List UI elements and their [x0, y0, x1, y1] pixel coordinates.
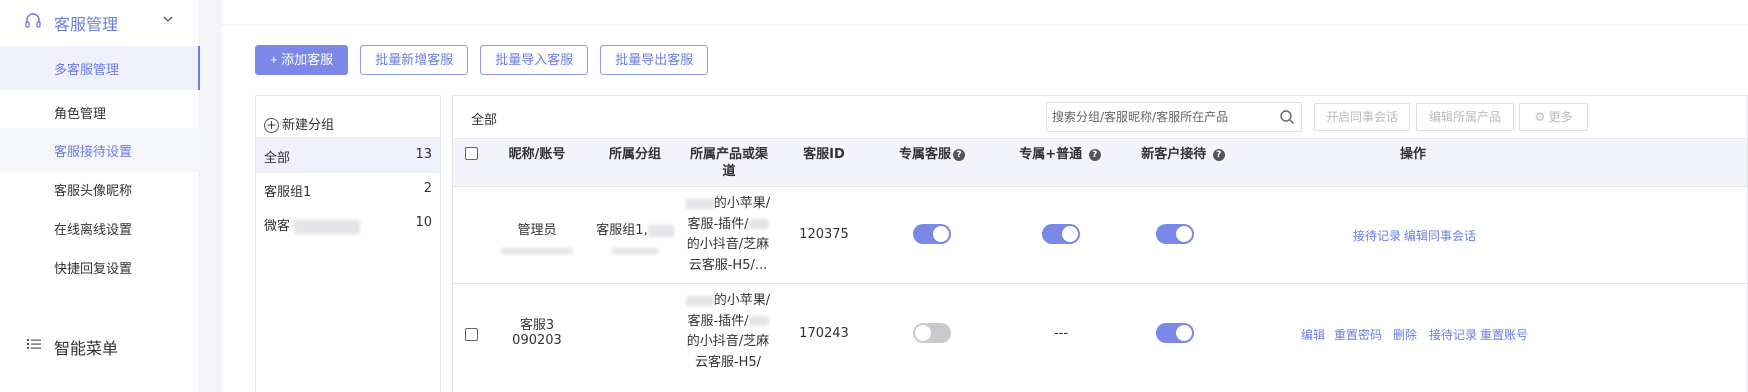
col-group: 所属分组	[608, 147, 661, 162]
sidebar-item-label: 多客服管理	[54, 63, 120, 78]
group-count: 2	[423, 181, 432, 196]
service-table-panel: 全部 开启同事会话 编辑所属产品 ⚙ 更多 昵称/账号 所属分组 所属产品或渠 …	[452, 95, 1748, 392]
more-label: 更多	[1548, 110, 1573, 124]
col-new-customer: 新客户接待 ?	[1123, 146, 1243, 163]
sidebar-item-label: 角色管理	[54, 107, 107, 122]
sidebar-item-reception-settings[interactable]: 客服接待设置	[0, 128, 200, 172]
group-panel: + 新建分组 全部 13 客服组1 2 微客 10	[255, 95, 441, 392]
group-count: 13	[415, 147, 432, 162]
help-icon[interactable]: ?	[1088, 149, 1101, 161]
col-product: 所属产品或渠 道	[689, 147, 768, 179]
batch-export-button[interactable]: 批量导出客服	[600, 45, 709, 75]
current-group-title: 全部	[471, 113, 498, 128]
sidebar-group-smart-menu[interactable]: 智能菜单	[0, 326, 200, 368]
redacted-blur	[647, 224, 674, 237]
sidebar-item-label: 快捷回复设置	[54, 262, 133, 277]
redacted-blur	[612, 247, 658, 254]
gear-icon: ⚙	[1534, 110, 1546, 124]
table-row: 管理员 客服组1, 的小苹果/ 客服-插件/ 的小抖音/芝麻 云客服-H5/..…	[453, 186, 1747, 283]
help-icon[interactable]: ?	[953, 149, 965, 161]
sidebar-item-online-offline[interactable]: 在线离线设置	[0, 206, 200, 250]
redacted-blur	[748, 219, 769, 229]
sidebar-group2-label: 智能菜单	[54, 339, 119, 358]
sidebar-item-label: 在线离线设置	[54, 223, 133, 238]
new-customer-toggle[interactable]	[1156, 224, 1194, 244]
redacted-blur	[501, 247, 573, 254]
search-input[interactable]	[1052, 107, 1272, 127]
batch-import-button[interactable]: 批量导入客服	[480, 45, 589, 75]
sidebar-item-quick-reply[interactable]: 快捷回复设置	[0, 245, 200, 289]
group-item-group1[interactable]: 客服组1 2	[256, 171, 440, 207]
sidebar-item-label: 客服头像昵称	[54, 184, 133, 199]
group-name: 客服组1	[264, 185, 312, 200]
col-nickname: 昵称/账号	[508, 147, 566, 162]
enable-colleague-chat-button[interactable]: 开启同事会话	[1314, 103, 1410, 131]
menu-list-icon	[26, 336, 42, 356]
reception-record-link[interactable]: 接待记录	[1353, 227, 1401, 244]
help-icon[interactable]: ?	[1212, 149, 1225, 161]
sidebar: 客服管理 多客服管理 角色管理 客服接待设置 客服头像昵称 在线离线设置 快捷回…	[0, 0, 200, 392]
exclusive-toggle[interactable]	[913, 224, 951, 244]
cell-product: 的小苹果/ 客服-插件/ 的小抖音/芝麻 云客服-H5/	[685, 293, 771, 370]
edit-colleague-chat-link[interactable]: 编辑同事会话	[1404, 227, 1476, 244]
table-header-bar: 全部 开启同事会话 编辑所属产品 ⚙ 更多	[453, 96, 1747, 138]
sidebar-item-avatar-nickname[interactable]: 客服头像昵称	[0, 167, 200, 211]
redacted-blur	[748, 316, 769, 326]
new-group-button[interactable]: + 新建分组	[264, 114, 334, 133]
exclusive-toggle[interactable]	[913, 323, 951, 343]
group-name: 微客	[264, 215, 361, 234]
cell-service-id: 120375	[799, 227, 849, 242]
sidebar-item-multi-service[interactable]: 多客服管理	[0, 46, 200, 90]
reset-password-link[interactable]: 重置密码	[1334, 326, 1382, 343]
group-item-all[interactable]: 全部 13	[256, 137, 440, 173]
edit-products-button[interactable]: 编辑所属产品	[1416, 103, 1514, 131]
delete-link[interactable]: 删除	[1393, 326, 1417, 343]
table-row: 客服3 090203 的小苹果/ 客服-插件/ 的小抖音/芝麻 云客服-H5/ …	[453, 283, 1747, 392]
headset-icon	[24, 12, 42, 30]
add-service-button[interactable]: + 添加客服	[255, 45, 349, 75]
new-customer-toggle[interactable]	[1156, 323, 1194, 343]
table-head: 昵称/账号 所属分组 所属产品或渠 道 客服ID 专属客服? 专属+普通 ? 新…	[453, 138, 1747, 186]
cell-exclusive-normal: ---	[1053, 326, 1069, 341]
group-name: 全部	[264, 151, 291, 166]
reset-account-link[interactable]: 重置账号	[1480, 326, 1528, 343]
batch-add-button[interactable]: 批量新增客服	[360, 45, 469, 75]
redacted-blur	[294, 219, 361, 234]
select-all-checkbox[interactable]	[465, 147, 478, 160]
group-count: 10	[415, 215, 432, 230]
sidebar-group-customer-service[interactable]: 客服管理	[0, 0, 200, 42]
edit-link[interactable]: 编辑	[1301, 326, 1325, 343]
redacted-blur	[685, 198, 714, 209]
sidebar-item-label: 客服接待设置	[54, 145, 133, 160]
row-checkbox[interactable]	[465, 328, 478, 341]
more-button[interactable]: ⚙ 更多	[1519, 103, 1588, 131]
cell-nickname: 客服3 090203	[512, 318, 562, 348]
toolbar: + 添加客服 批量新增客服 批量导入客服 批量导出客服	[255, 45, 709, 75]
search-icon[interactable]	[1279, 109, 1295, 125]
cell-nickname: 管理员	[487, 221, 587, 254]
redacted-blur	[685, 295, 714, 306]
reception-record-link[interactable]: 接待记录	[1429, 326, 1477, 343]
col-actions: 操作	[1399, 147, 1426, 162]
cell-product: 的小苹果/ 客服-插件/ 的小抖音/芝麻 云客服-H5/...	[685, 196, 771, 273]
cell-service-id: 170243	[799, 326, 849, 341]
plus-circle-icon: +	[264, 118, 279, 133]
exclusive-normal-toggle[interactable]	[1042, 224, 1080, 244]
top-banner	[222, 0, 1748, 24]
col-exclusive: 专属客服?	[873, 146, 991, 163]
col-exclusive-normal: 专属+普通 ?	[1001, 146, 1119, 163]
new-group-label: 新建分组	[282, 118, 335, 133]
search-box[interactable]	[1046, 102, 1302, 132]
cell-group: 客服组1,	[589, 221, 681, 254]
main-content: + 添加客服 批量新增客服 批量导入客服 批量导出客服 + 新建分组 全部 13 …	[222, 26, 1748, 392]
group-item-weike[interactable]: 微客 10	[256, 205, 440, 241]
col-service-id: 客服ID	[803, 147, 845, 162]
sidebar-group-label: 客服管理	[54, 15, 119, 34]
chevron-up-icon[interactable]	[162, 13, 174, 28]
